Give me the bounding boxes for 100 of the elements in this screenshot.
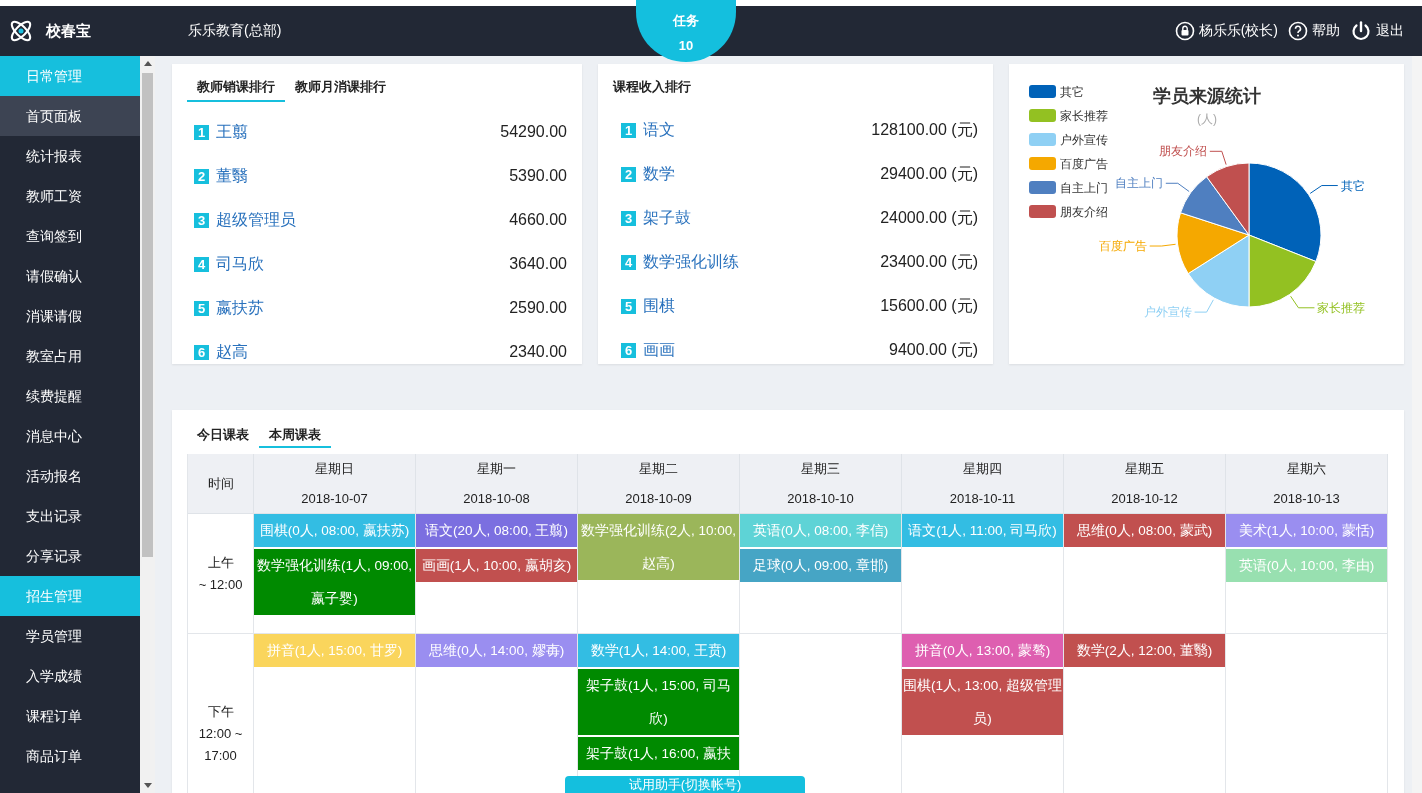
table-header: 星期六 2018-10-13 — [1226, 454, 1388, 514]
course-name[interactable]: 语文 — [643, 119, 675, 141]
pie-slice[interactable] — [1180, 176, 1250, 236]
legend-swatch[interactable] — [1029, 133, 1056, 146]
sidebar-item[interactable]: 消课请假 — [0, 296, 140, 336]
rank-number: 2 — [194, 168, 209, 184]
logout-link[interactable]: 退出 — [1376, 22, 1404, 40]
legend-swatch[interactable] — [1029, 205, 1056, 218]
table-header: 星期五 2018-10-12 — [1064, 454, 1226, 514]
sidebar-item[interactable]: 消息中心 — [0, 416, 140, 456]
class-entry[interactable]: 数学(2人, 12:00, 董翳) — [1064, 634, 1225, 667]
sidebar-item[interactable]: 分享记录 — [0, 536, 140, 576]
organization-name: 乐乐教育(总部) — [188, 22, 282, 40]
tab[interactable]: 教师销课排行 — [187, 78, 285, 102]
slice-label: 家长推荐 — [1317, 300, 1366, 315]
sidebar-item[interactable]: 课程订单 — [0, 696, 140, 736]
legend-label[interactable]: 自主上门 — [1060, 181, 1108, 195]
slice-label: 自主上门 — [1114, 176, 1163, 191]
power-icon — [1350, 20, 1372, 42]
sidebar-item[interactable]: 续费提醒 — [0, 376, 140, 416]
class-entry[interactable]: 思维(0人, 08:00, 蒙武) — [1064, 514, 1225, 547]
tab[interactable]: 教师月消课排行 — [285, 78, 396, 102]
slice-label: 朋友介绍 — [1158, 144, 1207, 159]
help-link[interactable]: 帮助 — [1312, 22, 1340, 40]
course-name[interactable]: 数学 — [643, 163, 675, 185]
class-entry[interactable]: 画画(1人, 10:00, 嬴胡亥) — [416, 549, 577, 582]
class-entry[interactable]: 架子鼓(1人, 15:00, 司马欣) — [578, 669, 739, 735]
scroll-up-icon[interactable] — [143, 61, 152, 66]
class-entry[interactable]: 语文(20人, 08:00, 王翦) — [416, 514, 577, 547]
leader-line — [1165, 182, 1190, 192]
sidebar-item[interactable]: 商品订单 — [0, 736, 140, 776]
chart-subtitle: (人) — [1197, 112, 1217, 126]
sidebar-item[interactable]: 首页面板 — [0, 96, 140, 136]
ranking-value: 54290.00 — [500, 123, 567, 141]
legend-swatch[interactable] — [1029, 85, 1056, 98]
scroll-down-icon[interactable] — [143, 783, 152, 788]
sidebar-item[interactable]: 请假确认 — [0, 256, 140, 296]
ranking-value: 29400.00 (元) — [880, 163, 978, 184]
teacher-name[interactable]: 董翳 — [216, 165, 248, 187]
class-entry[interactable]: 架子鼓(1人, 16:00, 嬴扶 — [578, 737, 739, 770]
sidebar-item[interactable]: 查询签到 — [0, 216, 140, 256]
tab[interactable]: 本周课表 — [259, 426, 331, 448]
pie-slice[interactable] — [1248, 234, 1317, 308]
slice-label: 百度广告 — [1098, 239, 1147, 254]
teacher-name[interactable]: 司马欣 — [216, 253, 264, 275]
rank-number: 4 — [621, 254, 636, 270]
sidebar-item[interactable]: 学员管理 — [0, 616, 140, 656]
rank-number: 3 — [194, 212, 209, 228]
teacher-name[interactable]: 超级管理员 — [216, 209, 296, 231]
legend-swatch[interactable] — [1029, 157, 1056, 170]
class-entry[interactable]: 美术(1人, 10:00, 蒙恬) — [1226, 514, 1387, 547]
legend-label[interactable]: 百度广告 — [1060, 157, 1108, 171]
teacher-name[interactable]: 赵高 — [216, 341, 248, 363]
pie-slice[interactable] — [1176, 212, 1250, 275]
teacher-name[interactable]: 嬴扶苏 — [216, 297, 264, 319]
sidebar-item[interactable]: 入学成绩 — [0, 656, 140, 696]
course-name[interactable]: 围棋 — [643, 295, 675, 317]
course-name[interactable]: 架子鼓 — [643, 207, 691, 229]
course-name[interactable]: 画画 — [643, 339, 675, 361]
rank-number: 1 — [621, 122, 636, 138]
legend-label[interactable]: 朋友介绍 — [1060, 205, 1108, 219]
chart-title: 学员来源统计 — [1153, 86, 1261, 106]
ranking-value: 5390.00 — [509, 167, 567, 185]
rank-number: 5 — [194, 300, 209, 316]
legend-swatch[interactable] — [1029, 181, 1056, 194]
lock-icon — [1174, 21, 1195, 41]
rank-number: 2 — [621, 166, 636, 182]
teacher-name[interactable]: 王翦 — [216, 121, 248, 143]
class-entry[interactable]: 数学强化训练(1人, 09:00, 嬴子婴) — [254, 549, 415, 615]
ranking-value: 4660.00 — [509, 211, 567, 229]
class-entry[interactable]: 足球(0人, 09:00, 章邯) — [740, 549, 901, 582]
sidebar-item[interactable]: 教室占用 — [0, 336, 140, 376]
tab[interactable]: 今日课表 — [187, 426, 259, 448]
table-header: 星期日 2018-10-07 — [254, 454, 416, 514]
leader-line — [1309, 185, 1339, 194]
leader-line — [1290, 295, 1315, 309]
legend-label[interactable]: 家长推荐 — [1060, 109, 1108, 123]
rank-number: 4 — [194, 256, 209, 272]
table-header: 星期一 2018-10-08 — [416, 454, 578, 514]
sidebar-item[interactable]: 教师工资 — [0, 176, 140, 216]
class-entry[interactable]: 思维(0人, 14:00, 嫪毐) — [416, 634, 577, 667]
class-entry[interactable]: 拼音(0人, 13:00, 蒙骜) — [902, 634, 1063, 667]
legend-label[interactable]: 其它 — [1060, 85, 1084, 99]
pie-slice[interactable] — [1206, 162, 1250, 236]
legend-label[interactable]: 户外宣传 — [1060, 133, 1108, 147]
table-header: 时间 — [188, 454, 254, 514]
sidebar-item[interactable]: 支出记录 — [0, 496, 140, 536]
ranking-value: 128100.00 (元) — [871, 119, 978, 140]
help-icon — [1288, 21, 1308, 41]
legend-swatch[interactable] — [1029, 109, 1056, 122]
rank-number: 6 — [621, 342, 636, 358]
course-name[interactable]: 数学强化训练 — [643, 251, 739, 273]
period-label: 下午 12:00 ~ 17:00 — [197, 702, 244, 765]
ranking-value: 2590.00 — [509, 299, 567, 317]
sidebar-item[interactable]: 活动报名 — [0, 456, 140, 496]
pie-slice[interactable] — [1248, 162, 1322, 262]
class-entry[interactable]: 围棋(1人, 13:00, 超级管理员) — [902, 669, 1063, 735]
period-label: 上午 ~ 12:00 — [198, 553, 243, 594]
user-link[interactable]: 杨乐乐(校长) — [1198, 22, 1278, 40]
sidebar-item[interactable]: 统计报表 — [0, 136, 140, 176]
